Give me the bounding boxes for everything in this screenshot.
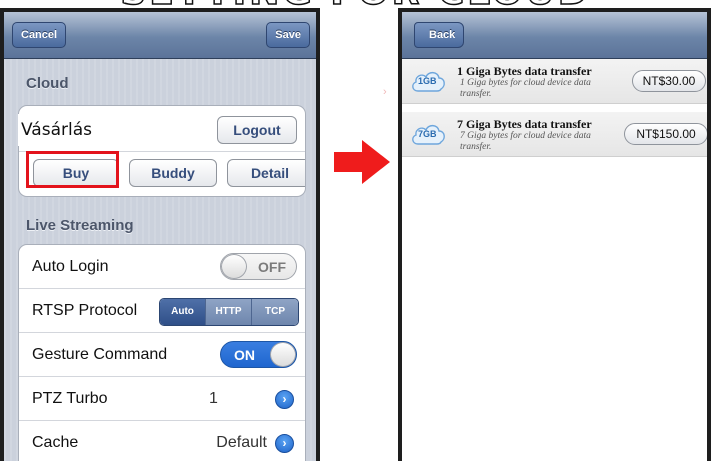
purchase-item-1gb: 1GB 1 Giga Bytes data transfer 1 Giga by… [402, 59, 707, 104]
gesture-command-label: Gesture Command [32, 346, 168, 363]
item-title: 7 Giga Bytes data transfer [457, 117, 592, 131]
cloud-icon-label: 1GB [418, 76, 437, 86]
rtsp-protocol-label: RTSP Protocol [32, 302, 138, 319]
auto-login-toggle[interactable]: OFF [220, 253, 297, 280]
buddy-button[interactable]: Buddy [129, 159, 217, 187]
chevron-right-icon[interactable]: › [275, 390, 294, 409]
price-button[interactable]: NT$150.00 [624, 123, 707, 145]
gesture-command-toggle-state: ON [234, 347, 255, 363]
cache-row[interactable]: Cache Default › [19, 421, 305, 461]
segment-auto[interactable]: Auto [160, 299, 206, 325]
cache-label: Cache [32, 434, 79, 451]
item-description: 7 Giga bytes for cloud device data trans… [460, 131, 591, 152]
live-streaming-group: Auto Login OFF RTSP Protocol Auto HTTP T… [18, 244, 306, 461]
detail-button[interactable]: Detail [227, 159, 305, 187]
cancel-button[interactable]: Cancel [12, 22, 67, 48]
live-streaming-section-header: Live Streaming [26, 217, 134, 234]
buy-highlight-box [26, 151, 119, 188]
ptz-turbo-value: 1 [209, 390, 218, 407]
toggle-knob [270, 342, 296, 367]
segment-http[interactable]: HTTP [206, 299, 252, 325]
cache-value: Default [216, 434, 267, 451]
screenshot-canvas: SETTING FOR CLOUD Cancel Save Cloud Logo… [0, 0, 711, 461]
purchase-navbar: Back [402, 12, 707, 59]
back-button[interactable]: Back [414, 22, 465, 48]
item-title: 1 Giga Bytes data transfer [457, 64, 592, 78]
ptz-turbo-label: PTZ Turbo [32, 390, 108, 407]
rtsp-protocol-row: RTSP Protocol Auto HTTP TCP [19, 289, 305, 333]
purchase-item-7gb: 7GB 7 Giga Bytes data transfer 7 Giga by… [402, 112, 707, 157]
stray-mark: › [383, 86, 387, 98]
arrow-right-icon [334, 140, 390, 184]
segment-tcp[interactable]: TCP [252, 299, 298, 325]
settings-screen: Cancel Save Cloud Logout Buy Buddy Detai… [0, 8, 320, 461]
price-button[interactable]: NT$30.00 [632, 70, 706, 92]
back-button-label: Back [429, 29, 456, 41]
callout-label: Vásárlás [18, 114, 130, 146]
item-description: 1 Giga bytes for cloud device data trans… [460, 78, 591, 99]
cloud-section-header: Cloud [26, 75, 69, 92]
ptz-turbo-row[interactable]: PTZ Turbo 1 › [19, 377, 305, 421]
save-button[interactable]: Save [266, 22, 310, 48]
toggle-knob [221, 254, 247, 279]
auto-login-label: Auto Login [32, 258, 109, 275]
auto-login-toggle-state: OFF [258, 259, 286, 275]
chevron-right-icon[interactable]: › [275, 434, 294, 453]
cloud-icon-label: 7GB [418, 129, 437, 139]
gesture-command-row: Gesture Command ON [19, 333, 305, 377]
logout-button[interactable]: Logout [217, 116, 297, 144]
settings-navbar: Cancel Save [4, 12, 316, 59]
purchase-screen: Back 1GB 1 Giga Bytes data transfer 1 Gi… [398, 8, 711, 461]
auto-login-row: Auto Login OFF [19, 245, 305, 289]
gesture-command-toggle[interactable]: ON [220, 341, 297, 368]
rtsp-protocol-segmented-control: Auto HTTP TCP [159, 298, 299, 326]
